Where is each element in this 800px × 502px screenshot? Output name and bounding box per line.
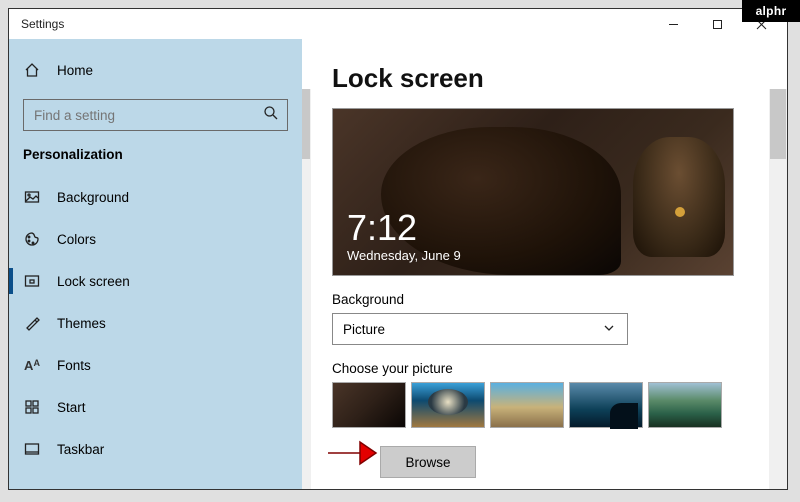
picture-thumb-2[interactable]	[490, 382, 564, 428]
scroll-thumb[interactable]	[770, 89, 786, 159]
choose-picture-label: Choose your picture	[332, 361, 763, 376]
picture-thumb-4[interactable]	[648, 382, 722, 428]
sidebar-item-label: Fonts	[57, 358, 91, 373]
taskbar-icon	[23, 441, 41, 457]
picture-icon	[23, 189, 41, 205]
sidebar-item-label: Taskbar	[57, 442, 104, 457]
titlebar: Settings	[9, 9, 787, 39]
scroll-thumb[interactable]	[302, 89, 310, 159]
preview-time: 7:12	[347, 210, 461, 246]
picture-thumbnails	[332, 382, 763, 428]
sidebar-item-lock-screen[interactable]: Lock screen	[9, 260, 302, 302]
search-icon	[263, 105, 279, 126]
browse-button[interactable]: Browse	[380, 446, 476, 478]
brand-logo: alphr	[742, 0, 800, 22]
fonts-icon: AA	[23, 358, 41, 373]
search-field[interactable]	[34, 108, 254, 123]
sidebar-section-label: Personalization	[9, 141, 302, 176]
sidebar-item-label: Start	[57, 400, 86, 415]
settings-window: Settings Home P	[8, 8, 788, 490]
main-content: Lock screen 7:12 Wednesday, June 9 Backg…	[302, 39, 787, 489]
start-icon	[23, 399, 41, 415]
background-select[interactable]: Picture	[332, 313, 628, 345]
sidebar: Home Personalization Background	[9, 39, 302, 489]
sidebar-item-label: Colors	[57, 232, 96, 247]
picture-thumb-0[interactable]	[332, 382, 406, 428]
maximize-button[interactable]	[695, 10, 739, 38]
minimize-button[interactable]	[651, 10, 695, 38]
scrollbar-main[interactable]	[769, 89, 787, 489]
themes-icon	[23, 315, 41, 331]
browse-button-label: Browse	[405, 455, 450, 470]
page-title: Lock screen	[332, 63, 763, 94]
sidebar-item-label: Background	[57, 190, 129, 205]
nav-home[interactable]: Home	[9, 49, 302, 91]
background-label: Background	[332, 292, 763, 307]
sidebar-item-colors[interactable]: Colors	[9, 218, 302, 260]
lock-screen-preview: 7:12 Wednesday, June 9	[332, 108, 734, 276]
preview-clock: 7:12 Wednesday, June 9	[347, 210, 461, 263]
home-icon	[23, 62, 41, 78]
chevron-down-icon	[601, 320, 617, 339]
sidebar-item-background[interactable]: Background	[9, 176, 302, 218]
picture-thumb-3[interactable]	[569, 382, 643, 428]
nav-home-label: Home	[57, 63, 93, 78]
sidebar-item-label: Lock screen	[57, 274, 130, 289]
scrollbar-divider[interactable]	[302, 89, 311, 489]
preview-image-content	[675, 207, 685, 217]
picture-thumb-1[interactable]	[411, 382, 485, 428]
sidebar-item-fonts[interactable]: AA Fonts	[9, 344, 302, 386]
preview-image-content	[633, 137, 725, 257]
background-select-value: Picture	[343, 322, 385, 337]
sidebar-item-themes[interactable]: Themes	[9, 302, 302, 344]
palette-icon	[23, 231, 41, 247]
sidebar-item-start[interactable]: Start	[9, 386, 302, 428]
search-input[interactable]	[23, 99, 288, 131]
sidebar-item-taskbar[interactable]: Taskbar	[9, 428, 302, 470]
window-title: Settings	[21, 17, 64, 31]
preview-date: Wednesday, June 9	[347, 248, 461, 263]
lock-screen-icon	[23, 273, 41, 289]
sidebar-item-label: Themes	[57, 316, 106, 331]
annotation-arrow-icon	[326, 436, 378, 470]
